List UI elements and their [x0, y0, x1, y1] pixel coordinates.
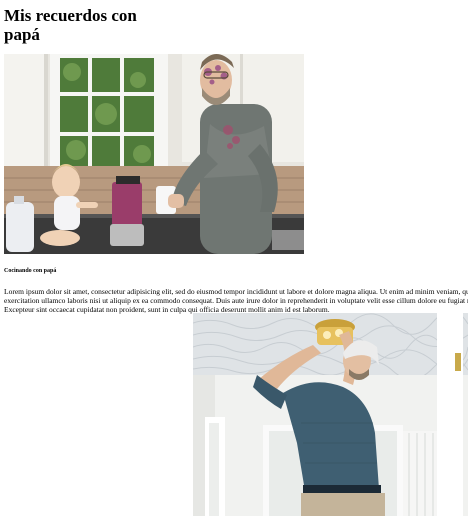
page-content: Mis recuerdos con papá Cocinando con pap… [0, 0, 468, 516]
photo-caption: Cocinando con papá [4, 268, 57, 274]
article-body: Lorem ipsum dolor sit amet, consectetur … [4, 287, 468, 314]
page: Mis recuerdos con papá Cocinando con pap… [0, 0, 468, 516]
ceiling-photo [193, 313, 468, 516]
page-title: Mis recuerdos con papá [4, 6, 137, 44]
kitchen-photo [4, 54, 304, 254]
